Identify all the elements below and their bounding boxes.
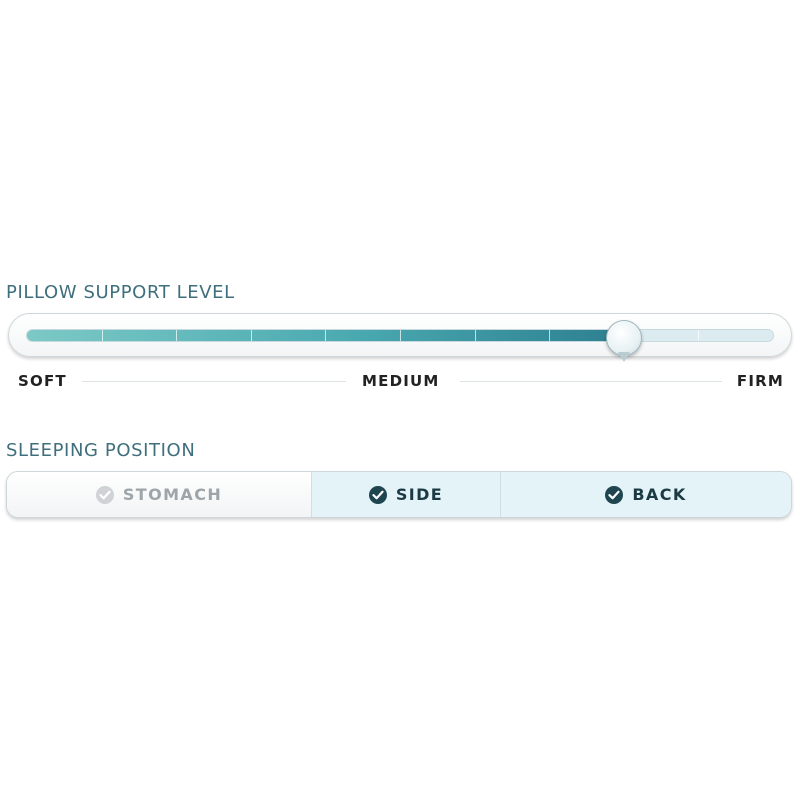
scale-label-medium: MEDIUM [362, 372, 440, 390]
scale-divider [460, 381, 722, 382]
check-circle-icon [605, 485, 624, 504]
check-circle-icon [95, 485, 114, 504]
pillow-support-title: PILLOW SUPPORT LEVEL [6, 282, 235, 303]
option-label: STOMACH [122, 485, 223, 504]
option-label: BACK [632, 485, 687, 504]
option-side[interactable]: SIDE [311, 472, 500, 517]
option-label: SIDE [395, 485, 444, 504]
scale-label-firm: FIRM [736, 372, 784, 390]
check-circle-icon [368, 485, 387, 504]
option-back[interactable]: BACK [500, 472, 791, 517]
slider-thumb[interactable] [606, 320, 643, 362]
slider-segment-divider [400, 330, 401, 341]
slider-segment-divider [549, 330, 551, 341]
slider-segment-divider [698, 330, 700, 341]
slider-segment-divider [325, 330, 327, 341]
sleeping-position-title: SLEEPING POSITION [6, 440, 196, 461]
slider-track[interactable] [26, 329, 774, 342]
sleeping-position-selector: STOMACH SIDE BACK [6, 471, 792, 518]
slider-thumb-pointer [618, 352, 631, 362]
option-stomach[interactable]: STOMACH [7, 472, 311, 517]
slider-segment-divider [250, 330, 252, 341]
scale-label-soft: SOFT [18, 372, 67, 390]
slider-segment-divider [101, 330, 103, 341]
support-level-slider[interactable] [8, 313, 792, 362]
slider-segment-divider [474, 330, 476, 341]
scale-divider [82, 381, 346, 382]
slider-segment-divider [176, 330, 178, 341]
